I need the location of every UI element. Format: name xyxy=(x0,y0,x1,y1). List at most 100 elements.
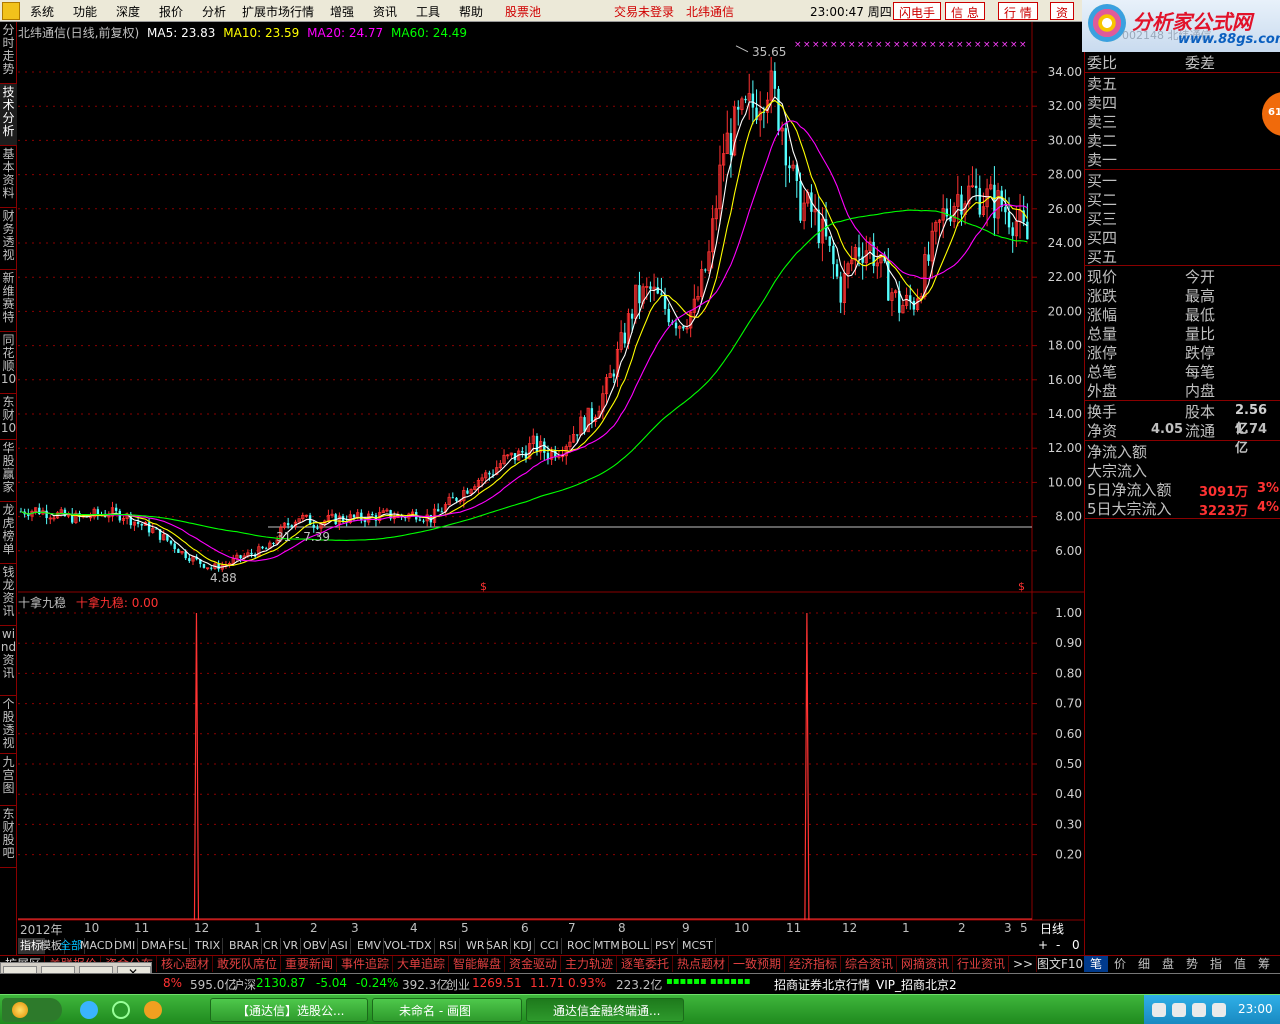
right-panel-tab[interactable]: 势 xyxy=(1180,956,1204,972)
taskbar-item-paint[interactable]: 未命名 - 画图 xyxy=(372,998,522,1022)
tray-security-icon[interactable] xyxy=(1172,1003,1186,1017)
candle-body xyxy=(927,254,930,261)
left-tab-qianlong[interactable]: 钱龙资讯 xyxy=(0,564,17,626)
asset-button[interactable]: 资 xyxy=(1050,2,1075,20)
zoom-out-button[interactable]: - xyxy=(1056,938,1060,952)
function-tab[interactable]: 资金驱动 xyxy=(506,956,562,972)
date-axis-label: 2012年 xyxy=(20,923,63,937)
indicator-tab[interactable]: FSL xyxy=(166,938,191,954)
right-panel-tab[interactable]: 盘 xyxy=(1156,956,1180,972)
right-panel-tab[interactable]: 细 xyxy=(1132,956,1156,972)
brand-banner: 分析家公式网 002148 北纬通信 www.88gs.com xyxy=(1082,0,1280,52)
right-panel-tab[interactable]: 指 xyxy=(1204,956,1228,972)
candle-body xyxy=(118,510,122,521)
indicator-tab[interactable]: TRIX xyxy=(193,938,224,954)
indicator-tab[interactable]: VR xyxy=(281,938,302,954)
app-icon[interactable] xyxy=(2,2,20,20)
start-button[interactable] xyxy=(2,998,62,1022)
candle-body xyxy=(623,332,627,344)
price-tick-label: 34.00 xyxy=(1048,65,1082,79)
menu-item-analysis[interactable]: 分析 xyxy=(202,3,226,20)
indicator-tab[interactable]: DMA xyxy=(139,938,170,954)
browser-icon[interactable] xyxy=(80,1001,98,1019)
zoom-reset-button[interactable]: 0 xyxy=(1072,938,1080,952)
menu-item-function[interactable]: 功能 xyxy=(73,3,97,20)
left-tab-basic-info[interactable]: 基本资料 xyxy=(0,146,17,208)
function-tab[interactable]: 热点题材 xyxy=(674,956,730,972)
left-tab-strip: 分时走势 技术分析 基本资料 财务透视 新维赛特 同花顺10 东财10 华股赢家… xyxy=(0,22,17,956)
menu-item-system[interactable]: 系统 xyxy=(30,3,54,20)
tray-volume-icon[interactable] xyxy=(1192,1003,1206,1017)
indicator-tab[interactable]: EMV xyxy=(355,938,384,954)
function-tab[interactable]: 经济指标 xyxy=(786,956,842,972)
left-tab-ths10[interactable]: 同花顺10 xyxy=(0,332,17,394)
function-tab[interactable]: 逐笔委托 xyxy=(618,956,674,972)
indicator-tab[interactable]: VOL-TDX xyxy=(382,938,435,954)
zoom-in-button[interactable]: + xyxy=(1038,938,1048,952)
indicator-tab[interactable]: BOLL xyxy=(619,938,653,954)
market-button[interactable]: 行 情 xyxy=(998,2,1038,20)
left-tab-guba[interactable]: 东财股吧 xyxy=(0,806,17,868)
indicator-tab[interactable]: MACD xyxy=(78,938,116,954)
indicator-tab[interactable]: ASI xyxy=(328,938,351,954)
right-panel-tab[interactable]: 笔 xyxy=(1084,956,1108,972)
menu-item-depth[interactable]: 深度 xyxy=(116,3,140,20)
right-panel-tab[interactable]: 价 xyxy=(1108,956,1132,972)
right-panel-tab[interactable]: 值 xyxy=(1228,956,1252,972)
indicator-tab[interactable]: KDJ xyxy=(511,938,535,954)
function-tab[interactable]: 行业资讯 xyxy=(954,956,1010,972)
menu-item-enhance[interactable]: 增强 xyxy=(330,3,354,20)
function-tab[interactable]: 核心题材 xyxy=(158,956,214,972)
function-tab[interactable]: 智能解盘 xyxy=(450,956,506,972)
candle-body xyxy=(576,434,579,436)
indicator-tab[interactable]: RSI xyxy=(437,938,460,954)
indicator-tab[interactable]: SAR xyxy=(484,938,512,954)
chart-area[interactable]: 34.00 32.00 30.00 28.00 26.00 24.00 22.00 20.00… xyxy=(18,22,1084,922)
menu-item-quote[interactable]: 报价 xyxy=(159,3,183,20)
left-tab-wind[interactable]: wind资讯 xyxy=(0,626,17,696)
taskbar-item-tdx-terminal[interactable]: 通达信金融终端通... xyxy=(526,998,684,1022)
function-tab[interactable]: 主力轨迹 xyxy=(562,956,618,972)
folder-icon[interactable] xyxy=(144,1001,162,1019)
security-icon[interactable] xyxy=(112,1001,130,1019)
left-tab-nine-grid[interactable]: 九宫图 xyxy=(0,754,17,806)
left-tab-stock-view[interactable]: 个股透视 xyxy=(0,696,17,754)
left-tab-huagu[interactable]: 华股赢家 xyxy=(0,440,17,502)
left-tab-finance[interactable]: 财务透视 xyxy=(0,208,17,270)
tray-network-icon[interactable] xyxy=(1152,1003,1166,1017)
menu-item-ext-market[interactable]: 扩展市场行情 xyxy=(242,3,314,20)
tray-input-icon[interactable] xyxy=(1212,1003,1226,1017)
flash-trade-button[interactable]: 闪电手 xyxy=(893,2,942,20)
info-button[interactable]: 信 息 xyxy=(945,2,985,20)
left-tab-xinwei[interactable]: 新维赛特 xyxy=(0,270,17,332)
indicator-tab[interactable]: DMI xyxy=(112,938,139,954)
menu-item-help[interactable]: 帮助 xyxy=(459,3,483,20)
indicator-tab[interactable]: PSY xyxy=(653,938,679,954)
indicator-tick-label: 0.60 xyxy=(1055,727,1082,741)
left-tab-intraday[interactable]: 分时走势 xyxy=(0,22,17,84)
function-tab[interactable]: 一致预期 xyxy=(730,956,786,972)
left-tab-dragon-list[interactable]: 龙虎榜单 xyxy=(0,502,17,564)
left-tab-technical[interactable]: 技术分析 xyxy=(0,84,17,146)
function-tab[interactable]: 事件追踪 xyxy=(338,956,394,972)
indicator-tab[interactable]: CR xyxy=(261,938,282,954)
stock-pool-link[interactable]: 股票池 xyxy=(505,3,541,20)
function-tab[interactable]: 图文F10 xyxy=(1034,956,1088,972)
indicator-tab[interactable]: BRAR xyxy=(227,938,262,954)
indicator-tab[interactable]: MCST xyxy=(680,938,716,954)
function-tab[interactable]: 网摘资讯 xyxy=(898,956,954,972)
period-label[interactable]: 日线 xyxy=(1040,920,1064,937)
indicator-tab[interactable]: CCI xyxy=(538,938,562,954)
taskbar-item-tdx-screener[interactable]: 【通达信】选股公... xyxy=(210,998,368,1022)
function-tab[interactable]: 重要新闻 xyxy=(282,956,338,972)
login-status[interactable]: 交易未登录 xyxy=(614,3,674,20)
menu-item-news[interactable]: 资讯 xyxy=(373,3,397,20)
right-panel-tab[interactable]: 筹 xyxy=(1252,956,1276,972)
indicator-tab[interactable]: OBV xyxy=(301,938,330,954)
menu-item-tools[interactable]: 工具 xyxy=(416,3,440,20)
indicator-tab[interactable]: ROC xyxy=(565,938,594,954)
function-tab[interactable]: 敢死队席位 xyxy=(214,956,282,972)
function-tab[interactable]: 综合资讯 xyxy=(842,956,898,972)
left-tab-eastmoney10[interactable]: 东财10 xyxy=(0,394,17,440)
function-tab[interactable]: 大单追踪 xyxy=(394,956,450,972)
